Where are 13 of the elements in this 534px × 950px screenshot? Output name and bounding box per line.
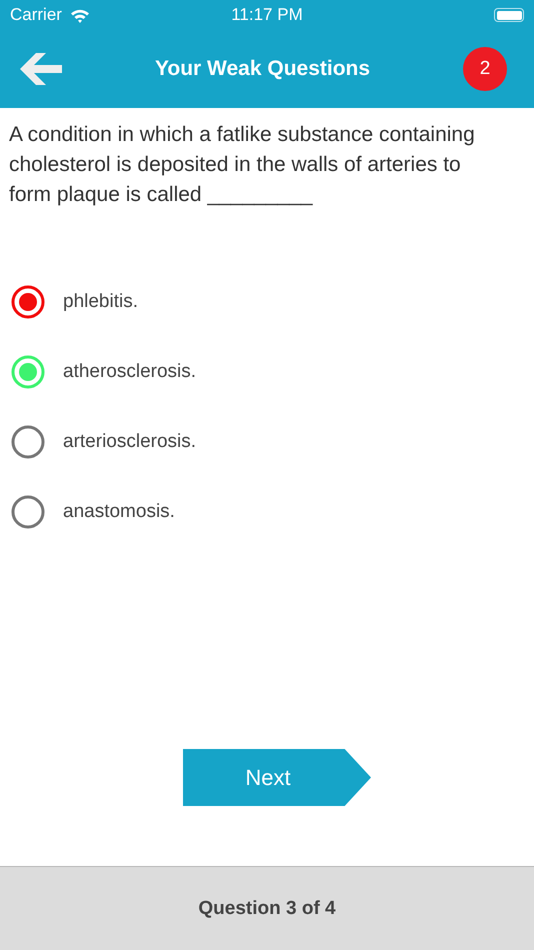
answer-option[interactable]: atherosclerosis.: [0, 352, 534, 392]
count-badge: 2: [462, 47, 507, 91]
answer-option[interactable]: phlebitis.: [0, 282, 534, 322]
screen-title: Your Weak Questions: [154, 57, 370, 81]
back-button[interactable]: [20, 51, 62, 87]
carrier-label: Carrier: [10, 5, 62, 25]
answer-option[interactable]: arteriosclerosis.: [0, 422, 534, 462]
battery-icon: [494, 8, 524, 22]
question-counter: Question 3 of 4: [0, 866, 534, 950]
answer-option[interactable]: anastomosis.: [0, 492, 534, 532]
question-text: A condition in which a fatlike substance containing cholesterol is deposited in the walls of arteries to form plaque is called _________: [8, 122, 476, 208]
status-time: 11:17 PM: [231, 5, 303, 24]
wifi-icon: [70, 8, 90, 22]
